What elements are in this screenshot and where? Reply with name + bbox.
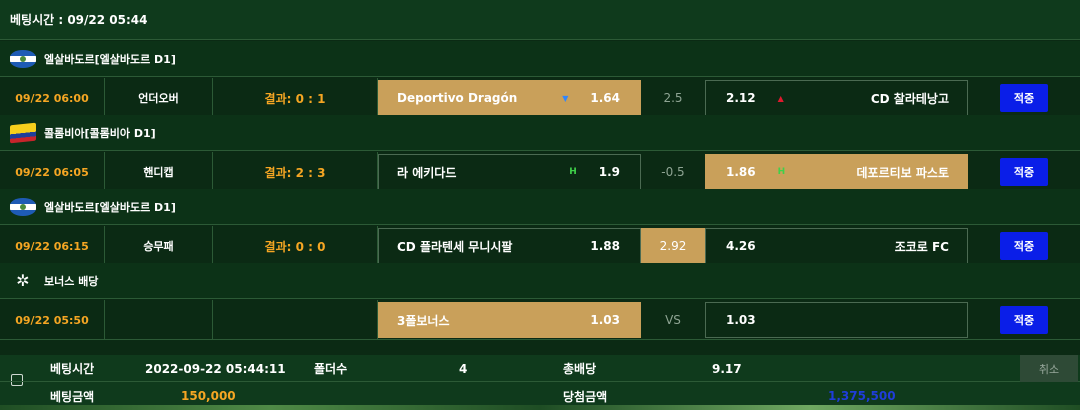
match-result bbox=[213, 300, 378, 340]
bet-time-label: 베팅시간 : 09/22 05:44 bbox=[10, 13, 148, 27]
home-odds: 1.9 bbox=[598, 165, 620, 179]
hit-button[interactable]: 적중 bbox=[1000, 232, 1048, 260]
home-team: 라 에키다드 bbox=[397, 165, 457, 180]
bet-type: 언더오버 bbox=[105, 78, 213, 118]
home-odds: 1.64 bbox=[590, 91, 620, 105]
total-odds-label: 총배당 bbox=[563, 362, 597, 376]
match-row: 09/22 05:50 3폴보너스 1.03 VS 1.03 적중 bbox=[0, 300, 1080, 340]
match-row: 09/22 06:00 언더오버 결과: 0 : 1 Deportivo Dra… bbox=[0, 78, 1080, 118]
bet-type: 핸디캡 bbox=[105, 152, 213, 192]
win-amount-value: 1,375,500 bbox=[828, 389, 896, 403]
hit-button[interactable]: 적중 bbox=[1000, 158, 1048, 186]
away-odds-cell[interactable]: 1.86 H 데포르티보 파스토 bbox=[705, 154, 968, 190]
league-name: 콜롬비아[콜롬비아 D1] bbox=[44, 126, 156, 140]
league-name: 엘살바도르[엘살바도르 D1] bbox=[44, 200, 176, 214]
home-odds: 1.88 bbox=[590, 239, 620, 253]
bonus-header: ✲ 보너스 배당 bbox=[0, 263, 1080, 299]
bet-time-label: 베팅시간 bbox=[50, 362, 95, 376]
match-time: 09/22 05:50 bbox=[0, 300, 105, 340]
line-value: 2.5 bbox=[663, 91, 683, 105]
match-time: 09/22 06:00 bbox=[0, 78, 105, 118]
handicap-mark: H bbox=[777, 167, 786, 177]
handicap-mark: H bbox=[569, 167, 577, 177]
el-salvador-flag-icon bbox=[10, 197, 36, 216]
home-odds-cell[interactable]: 라 에키다드 H 1.9 bbox=[378, 154, 641, 190]
match-time: 09/22 06:05 bbox=[0, 152, 105, 192]
bonus-label: 보너스 배당 bbox=[44, 274, 99, 288]
bet-time-value: 2022-09-22 05:44:11 bbox=[145, 361, 286, 376]
home-team: CD 플라텐세 무니시팔 bbox=[397, 239, 513, 254]
summary-row: 베팅시간 2022-09-22 05:44:11 폴더수 4 총배당 9.17 bbox=[0, 356, 1080, 382]
draw-odds-cell[interactable]: 2.92 bbox=[641, 228, 705, 264]
cancel-button[interactable]: 취소 bbox=[1020, 355, 1078, 382]
home-odds: 1.03 bbox=[590, 313, 620, 327]
folder-count-value: 4 bbox=[459, 361, 468, 376]
folder-count-label: 폴더수 bbox=[314, 362, 348, 376]
away-odds: 1.03 bbox=[726, 313, 756, 327]
bet-button-cell: 적중 bbox=[968, 78, 1080, 118]
away-team: 데포르티보 파스토 bbox=[856, 165, 950, 180]
league-name: 엘살바도르[엘살바도르 D1] bbox=[44, 52, 176, 66]
line-value: -0.5 bbox=[661, 165, 685, 179]
away-odds-cell[interactable]: 1.03 bbox=[705, 302, 968, 338]
background-strip bbox=[0, 405, 1080, 410]
league-header: 엘살바도르[엘살바도르 D1] bbox=[0, 189, 1080, 225]
hit-button[interactable]: 적중 bbox=[1000, 84, 1048, 112]
bet-button-cell: 적중 bbox=[968, 300, 1080, 340]
away-odds-cell[interactable]: 4.26 조코로 FC bbox=[705, 228, 968, 264]
bet-button-cell: 적중 bbox=[968, 152, 1080, 192]
away-odds-cell[interactable]: 2.12 ▲ CD 찰라테낭고 bbox=[705, 80, 968, 116]
away-team: CD 찰라테낭고 bbox=[870, 91, 949, 106]
match-result: 결과: 0 : 1 bbox=[213, 78, 378, 118]
bet-summary: 베팅시간 2022-09-22 05:44:11 폴더수 4 총배당 9.17 … bbox=[0, 355, 1080, 410]
away-odds: 4.26 bbox=[726, 239, 756, 253]
away-odds: 1.86 bbox=[726, 165, 756, 179]
bet-button-cell: 적중 bbox=[968, 226, 1080, 266]
bet-amount-label: 베팅금액 bbox=[50, 389, 95, 404]
match-time: 09/22 06:15 bbox=[0, 226, 105, 266]
bet-time-header: 베팅시간 : 09/22 05:44 bbox=[0, 0, 1080, 40]
match-row: 09/22 06:15 승무패 결과: 0 : 0 CD 플라텐세 무니시팔 1… bbox=[0, 226, 1080, 266]
away-team: 조코로 FC bbox=[894, 239, 949, 254]
home-odds-cell[interactable]: Deportivo Dragón ▼ 1.64 bbox=[378, 80, 641, 116]
arrow-down-icon: ▼ bbox=[562, 93, 569, 103]
total-odds-value: 9.17 bbox=[712, 361, 742, 376]
league-header: 콜롬비아[콜롬비아 D1] bbox=[0, 115, 1080, 151]
bet-type bbox=[105, 300, 213, 340]
home-odds-cell[interactable]: CD 플라텐세 무니시팔 1.88 bbox=[378, 228, 641, 264]
home-odds-cell[interactable]: 3폴보너스 1.03 bbox=[378, 302, 641, 338]
bonus-icon: ✲ bbox=[16, 271, 30, 290]
el-salvador-flag-icon bbox=[10, 49, 36, 68]
league-header: 엘살바도르[엘살바도르 D1] bbox=[0, 41, 1080, 77]
home-team: Deportivo Dragón bbox=[397, 91, 518, 105]
colombia-flag-icon bbox=[10, 122, 36, 143]
arrow-up-icon: ▲ bbox=[777, 93, 784, 103]
home-team: 3폴보너스 bbox=[397, 313, 450, 328]
win-amount-label: 당첨금액 bbox=[563, 389, 608, 404]
match-result: 결과: 2 : 3 bbox=[213, 152, 378, 192]
match-result: 결과: 0 : 0 bbox=[213, 226, 378, 266]
hit-button[interactable]: 적중 bbox=[1000, 306, 1048, 334]
vs-label: VS bbox=[665, 313, 681, 327]
away-odds: 2.12 bbox=[726, 91, 756, 105]
bet-amount-value: 150,000 bbox=[181, 389, 236, 403]
bet-type: 승무패 bbox=[105, 226, 213, 266]
match-row: 09/22 06:05 핸디캡 결과: 2 : 3 라 에키다드 H 1.9 -… bbox=[0, 152, 1080, 192]
